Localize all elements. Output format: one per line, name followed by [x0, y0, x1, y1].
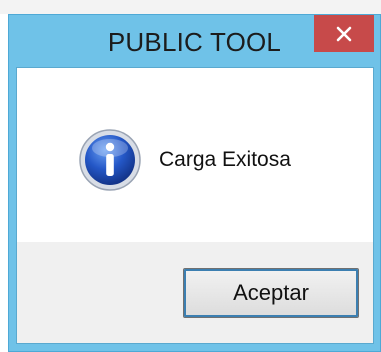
close-button[interactable]	[314, 15, 374, 52]
accept-button[interactable]: Aceptar	[183, 268, 359, 318]
button-bar: Aceptar	[17, 242, 373, 343]
background	[0, 0, 381, 14]
close-icon	[336, 26, 352, 41]
title-bar[interactable]: PUBLIC TOOL	[9, 15, 380, 67]
message-text: Carga Exitosa	[159, 148, 291, 171]
dialog-window: PUBLIC TOOL Carga Exitosa Aceptar	[8, 14, 381, 352]
message-area: Carga Exitosa	[17, 68, 373, 242]
info-icon	[79, 129, 141, 191]
dialog-body: Carga Exitosa Aceptar	[16, 67, 374, 344]
